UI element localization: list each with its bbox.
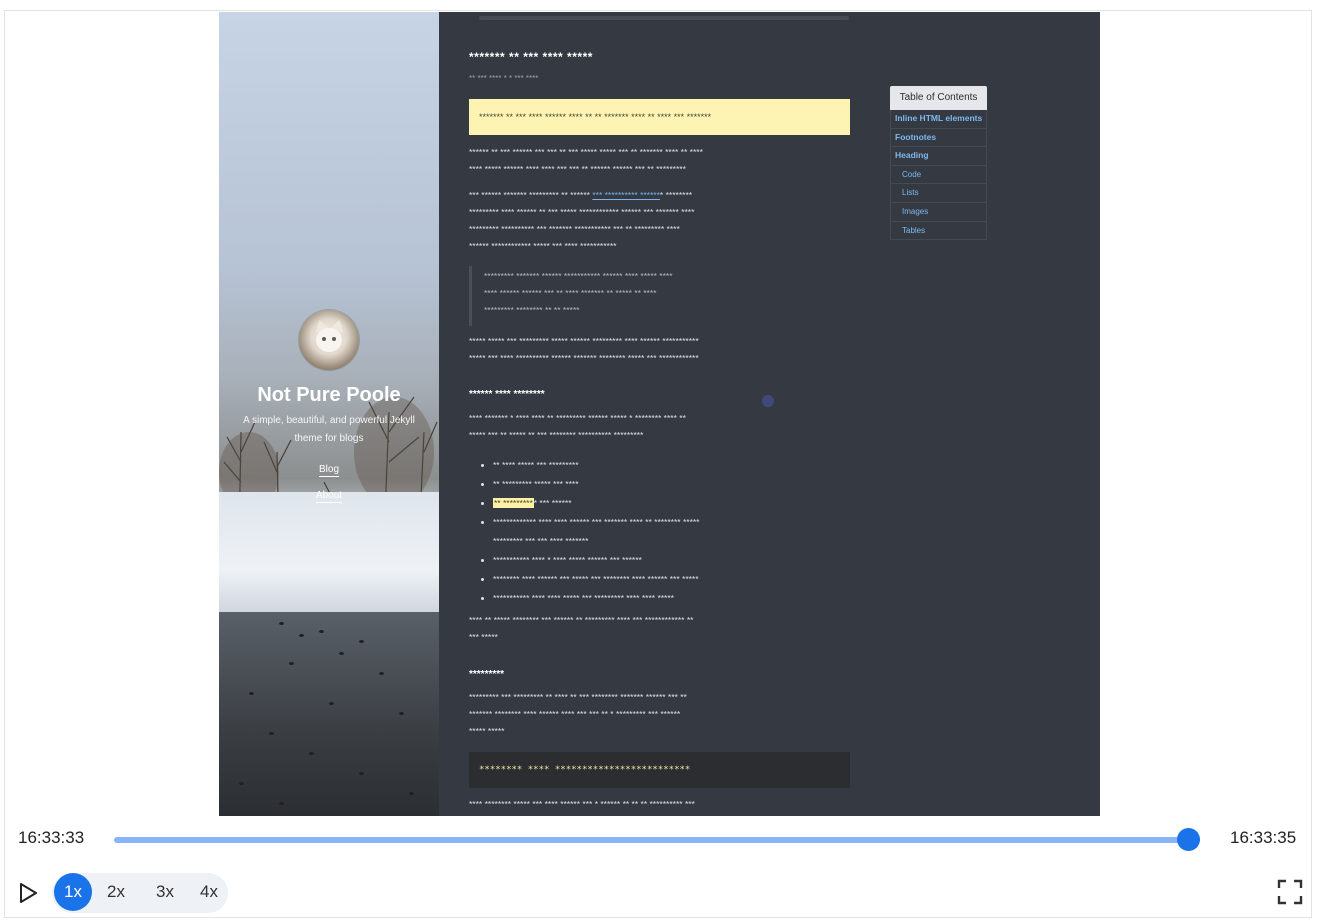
cursor-indicator [762, 395, 774, 407]
paragraph: **** ******* * **** **** ** ********* **… [469, 413, 686, 440]
section-heading: ****** **** ******** [469, 389, 545, 400]
toc-item-lists[interactable]: Lists [890, 184, 987, 203]
paragraph-with-link: *** ****** ******* ********* ** ****** *… [469, 190, 695, 251]
post-date: ** *** **** * * *** **** [469, 74, 539, 83]
river-water [219, 612, 439, 816]
progress-track[interactable] [114, 837, 1200, 843]
toc-item-inline-html[interactable]: Inline HTML elements [890, 110, 987, 129]
table-of-contents: Table of Contents Inline HTML elements F… [890, 86, 987, 241]
end-time: 16:33:35 [1230, 828, 1297, 847]
list-item: ************* **** **** ****** *** *****… [493, 513, 859, 551]
paragraph: ****** ** *** ****** *** *** ** *** ****… [469, 147, 703, 174]
snow-bank [219, 492, 439, 622]
speed-3x-button[interactable]: 3x [146, 873, 184, 911]
scroll-indicator [479, 16, 849, 20]
site-title[interactable]: Not Pure Poole [219, 384, 439, 407]
inline-link[interactable]: *** ********** ****** [592, 190, 660, 200]
list-item: ** ********* ***** *** **** [493, 475, 859, 494]
toc-title: Table of Contents [890, 86, 987, 110]
bullet-list: ** **** ***** *** ********* ** *********… [483, 456, 859, 608]
notice-box: ******* ** *** **** ****** **** ** ** **… [469, 99, 850, 135]
list-item: ** **** ***** *** ********* [493, 456, 859, 475]
post-title: ******* ** *** **** ***** [469, 50, 593, 64]
paragraph: **** ** ***** ******** *** ****** ** ***… [469, 615, 694, 642]
highlighted-text: ** ********* [493, 498, 534, 508]
code-block: ******** **** ************************* [469, 752, 850, 788]
paragraph: ***** ***** *** ********* ***** ****** *… [469, 336, 699, 363]
speed-2x-button[interactable]: 2x [97, 873, 135, 911]
site-description: A simple, beautiful, and powerful Jekyll… [243, 415, 415, 444]
list-item: ** ********** *** ****** [493, 494, 859, 513]
paragraph: **** ******** ***** *** **** ****** *** … [469, 799, 695, 809]
nav-link-about[interactable]: About [219, 490, 439, 503]
start-time: 16:33:33 [18, 828, 85, 847]
speed-1x-button[interactable]: 1x [54, 873, 92, 911]
toc-item-images[interactable]: Images [890, 202, 987, 222]
fullscreen-icon[interactable] [1277, 879, 1303, 905]
toc-item-footnotes[interactable]: Footnotes [890, 128, 987, 148]
section-heading: ********* [469, 669, 505, 680]
list-item: ******** **** ****** *** ***** *** *****… [493, 570, 859, 589]
paragraph: ********* *** ********* ** **** ** *** *… [469, 692, 687, 736]
blog-sidebar: Not Pure Poole A simple, beautiful, and … [219, 12, 439, 816]
play-icon[interactable] [17, 881, 39, 905]
list-item: *********** **** **** ***** *** ********… [493, 589, 859, 608]
toc-item-code[interactable]: Code [890, 165, 987, 185]
progress-handle[interactable] [1177, 828, 1200, 851]
blockquote: ********* ******* ****** *********** ***… [469, 266, 850, 326]
author-avatar[interactable] [299, 310, 359, 370]
list-item: *********** **** * **** ***** ****** ***… [493, 551, 859, 570]
recording-viewport: Not Pure Poole A simple, beautiful, and … [219, 12, 1100, 816]
post-content: ******* ** *** **** ***** ** *** **** * … [469, 12, 851, 816]
nav-link-blog[interactable]: Blog [219, 464, 439, 477]
toc-item-heading[interactable]: Heading [890, 147, 987, 166]
speed-4x-button[interactable]: 4x [190, 873, 228, 911]
toc-item-tables[interactable]: Tables [890, 221, 987, 241]
